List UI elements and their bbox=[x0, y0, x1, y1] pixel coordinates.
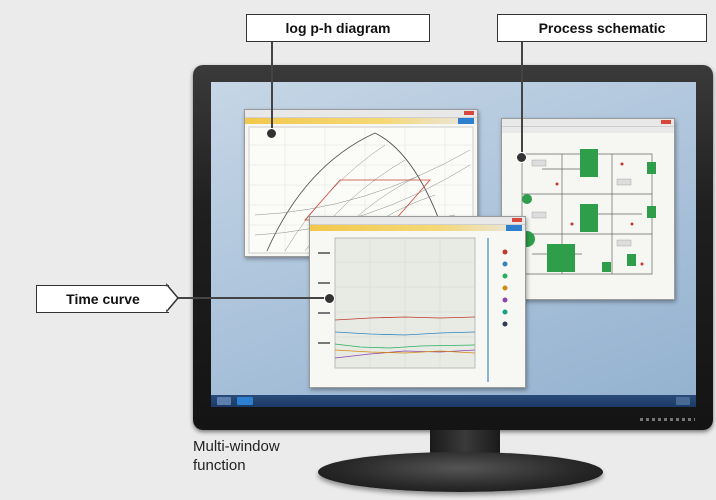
window-toolbar[interactable] bbox=[245, 118, 477, 124]
callout-process-schematic: Process schematic bbox=[497, 14, 707, 42]
close-icon[interactable] bbox=[512, 218, 522, 222]
caption: Multi-window function bbox=[193, 437, 280, 475]
callout-time-curve: Time curve bbox=[36, 285, 169, 313]
window-time-curve[interactable] bbox=[309, 216, 526, 388]
leader-line-time-curve bbox=[178, 297, 328, 299]
caption-line-2: function bbox=[193, 457, 246, 474]
close-icon[interactable] bbox=[464, 111, 474, 115]
taskbar-app-button[interactable] bbox=[237, 397, 253, 405]
leader-dot-log-ph bbox=[266, 128, 277, 139]
window-titlebar[interactable] bbox=[310, 217, 525, 225]
leader-dot-process bbox=[516, 152, 527, 163]
monitor-stand-base bbox=[318, 452, 603, 492]
caption-line-1: Multi-window bbox=[193, 438, 280, 455]
callout-time-curve-arrow bbox=[166, 283, 179, 313]
app-logo-icon bbox=[458, 118, 474, 124]
leader-line-log-ph bbox=[271, 40, 273, 132]
time-curve-plot bbox=[318, 237, 508, 382]
window-titlebar[interactable] bbox=[245, 110, 477, 118]
window-titlebar[interactable] bbox=[502, 119, 674, 127]
app-logo-icon bbox=[506, 225, 522, 231]
monitor-screen bbox=[211, 82, 696, 407]
window-toolbar[interactable] bbox=[502, 127, 674, 133]
callout-time-curve-label: Time curve bbox=[66, 291, 140, 307]
window-process-schematic[interactable] bbox=[501, 118, 675, 300]
taskbar bbox=[211, 395, 696, 407]
process-schematic-drawing bbox=[502, 134, 674, 299]
taskbar-start-button[interactable] bbox=[217, 397, 231, 405]
callout-log-ph-label: log p-h diagram bbox=[285, 20, 391, 36]
window-toolbar[interactable] bbox=[310, 225, 525, 231]
close-icon[interactable] bbox=[661, 120, 671, 124]
callout-process-label: Process schematic bbox=[538, 20, 666, 36]
leader-dot-time-curve bbox=[324, 293, 335, 304]
leader-line-process bbox=[521, 40, 523, 156]
taskbar-clock[interactable] bbox=[676, 397, 690, 405]
callout-log-ph-diagram: log p-h diagram bbox=[246, 14, 430, 42]
monitor-control-buttons bbox=[640, 418, 695, 421]
